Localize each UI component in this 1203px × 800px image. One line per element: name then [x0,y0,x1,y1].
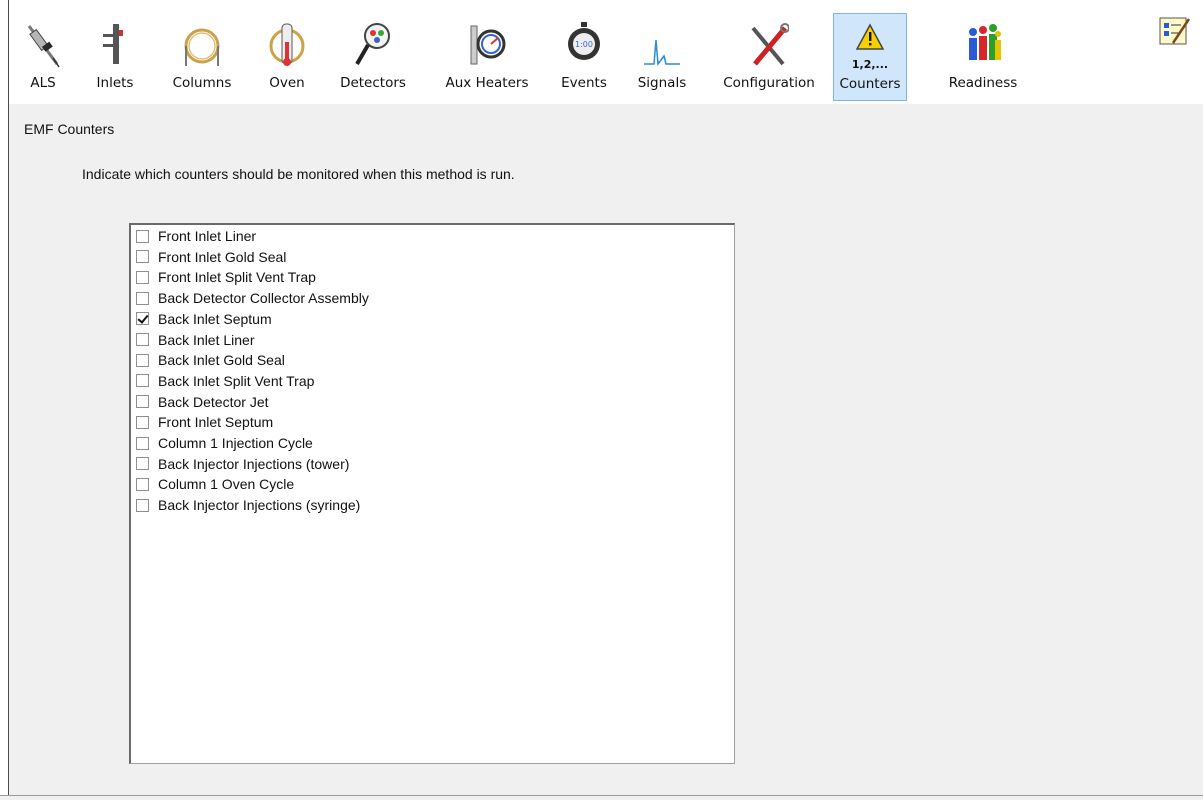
tab-label: ALS [30,75,56,91]
counter-label: Front Inlet Split Vent Trap [158,269,316,286]
tab-label: Inlets [96,75,134,91]
counter-label: Back Inlet Gold Seal [158,352,285,369]
signal-peak-icon [644,39,680,67]
counter-checkbox[interactable] [136,436,149,450]
instruction-text: Indicate which counters should be monito… [82,166,515,182]
counter-checkbox[interactable] [136,395,149,409]
counter-label: Back Injector Injections (syringe) [158,497,361,514]
counter-checkbox[interactable] [136,270,149,284]
counter-checkbox[interactable] [136,291,149,305]
tab-inlets[interactable]: Inlets [87,13,143,101]
counter-item[interactable]: Front Inlet Septum [136,412,273,432]
column-coil-icon [184,28,220,66]
tab-als[interactable]: ALS [13,13,73,101]
counter-label: Front Inlet Liner [158,228,257,244]
notes-icon[interactable] [1157,15,1191,47]
tab-detectors[interactable]: Detectors [331,13,415,101]
counter-checkbox[interactable] [136,353,149,367]
section-title: EMF Counters [24,121,115,137]
counter-item[interactable]: Back Inlet Gold Seal [136,350,285,370]
counter-item[interactable]: Back Inlet Liner [136,330,255,350]
syringe-icon [27,25,60,68]
tab-label: Configuration [723,75,815,91]
tab-label: Readiness [948,75,1018,91]
counter-checkbox[interactable] [136,333,149,346]
counter-checkbox[interactable] [136,312,149,326]
counter-item[interactable]: Front Inlet Liner [136,226,256,246]
counter-label: Back Injector Injections (tower) [158,455,350,472]
tab-oven[interactable]: Oven [259,13,315,101]
tab-label: Detectors [340,75,406,91]
tab-readiness[interactable]: Readiness [943,13,1023,101]
stopwatch-icon: 1:00 [568,22,600,60]
counter-item[interactable]: Back Inlet Split Vent Trap [136,371,314,391]
counter-label: Front Inlet Septum [158,414,274,431]
oven-icon [269,23,305,66]
counter-item[interactable]: Back Injector Injections (syringe) [136,495,360,515]
counter-label: Column 1 Oven Cycle [158,476,295,493]
tab-aux-heaters[interactable]: Aux Heaters [435,13,539,101]
counter-label: Back Detector Collector Assembly [158,290,369,307]
tab-configuration[interactable]: Configuration [713,13,825,101]
counter-item[interactable]: Back Injector Injections (tower) [136,454,349,474]
toolbar: ALS Inlets Columns Oven Detectors Aux He… [9,0,1203,104]
counter-item[interactable]: Back Detector Jet [136,392,269,412]
counter-item[interactable]: Front Inlet Gold Seal [136,247,286,267]
bottom-border [0,795,1203,800]
counter-checkbox[interactable] [136,415,149,429]
counter-item[interactable]: Column 1 Oven Cycle [136,474,294,494]
counter-label: Column 1 Injection Cycle [158,435,313,451]
tab-label: Aux Heaters [445,75,529,91]
tab-counters[interactable]: 1,2,... Counters [833,13,907,101]
counter-item[interactable]: Back Inlet Septum [136,309,272,329]
counter-checkbox[interactable] [136,374,149,388]
tab-label: Signals [637,75,687,91]
tab-columns[interactable]: Columns [159,13,245,101]
tab-label: Counters [839,76,901,92]
counter-label: Back Inlet Liner [158,331,255,348]
counter-checkbox[interactable] [136,250,149,264]
readiness-people-icon [969,24,1001,60]
counter-icon-text: 1,2,... [851,58,889,71]
counter-item[interactable]: Back Detector Collector Assembly [136,288,369,308]
counter-checkbox[interactable] [136,229,149,243]
counter-label: Front Inlet Gold Seal [158,248,287,265]
tab-label: Oven [269,75,305,91]
gauge-icon [470,25,506,65]
counter-checkbox[interactable] [136,477,149,491]
tab-signals[interactable]: Signals [631,13,693,101]
counter-checkbox[interactable] [136,457,149,471]
counter-item[interactable]: Front Inlet Split Vent Trap [136,267,316,287]
counter-label: Back Inlet Septum [158,310,272,327]
tab-events[interactable]: 1:00 Events [553,13,615,101]
tools-icon [751,23,789,66]
counter-checkbox[interactable] [136,498,149,512]
counters-listbox[interactable]: Front Inlet Liner Front Inlet Gold Seal Fr… [129,223,735,764]
svg-text:1:00: 1:00 [575,40,593,49]
tab-label: Columns [172,75,232,91]
counter-label: Back Detector Jet [158,393,269,410]
counter-label: Back Inlet Split Vent Trap [158,372,315,389]
tab-label: Events [561,75,607,91]
inlet-icon [103,24,123,64]
counter-item[interactable]: Column 1 Injection Cycle [136,433,313,453]
detector-icon [355,23,390,66]
